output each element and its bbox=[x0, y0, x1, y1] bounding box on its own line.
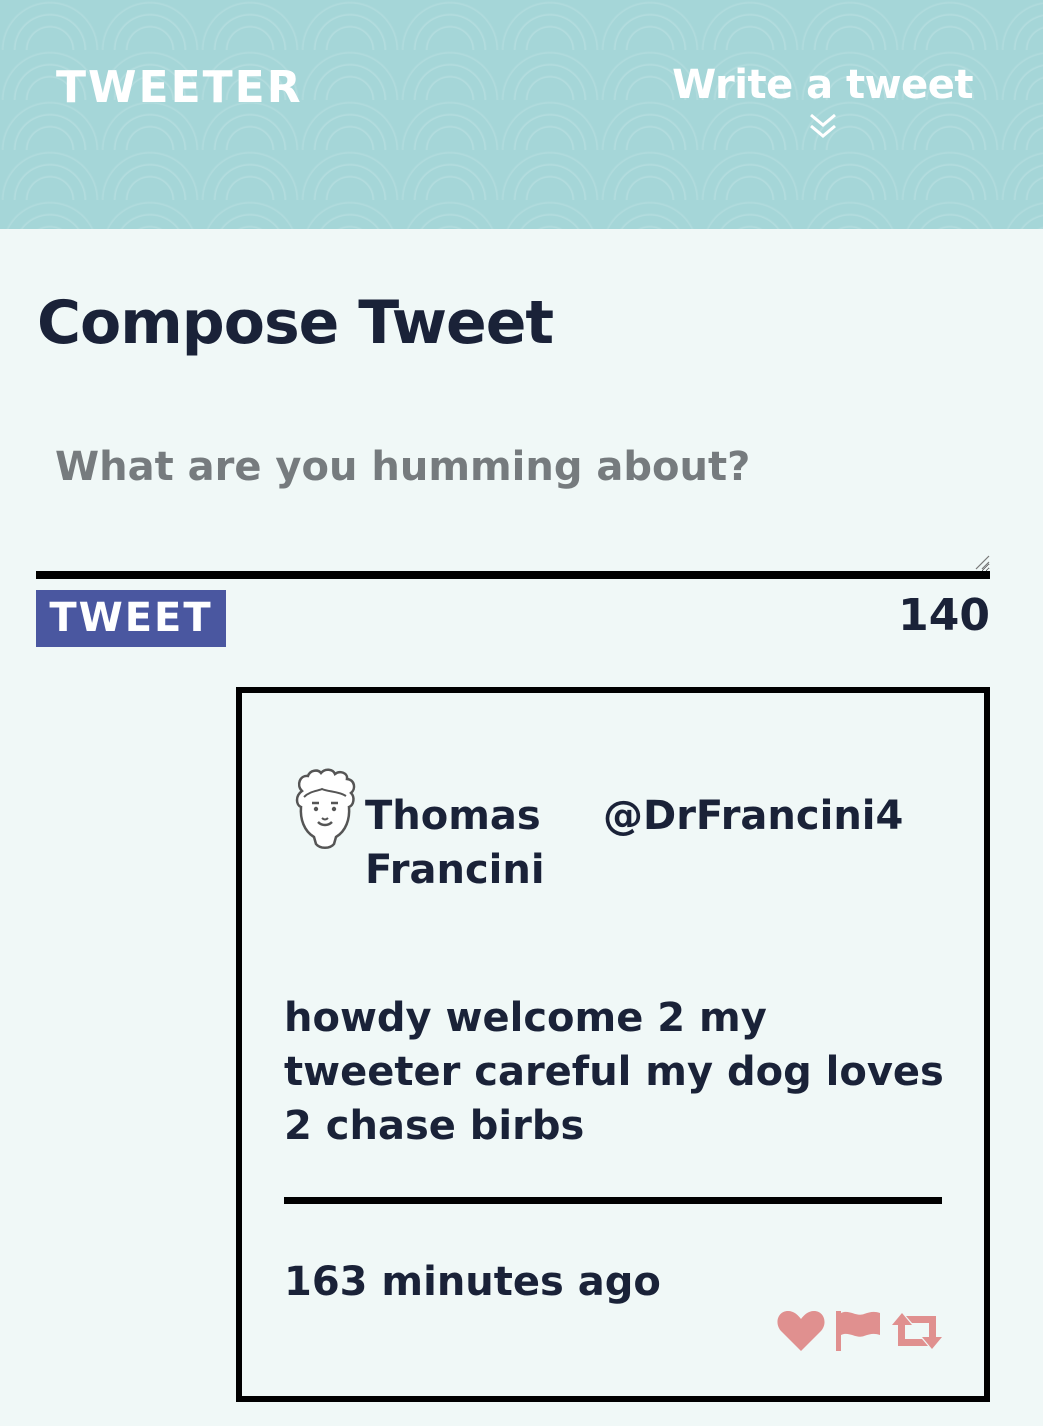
write-tweet-label: Write a tweet bbox=[672, 62, 973, 108]
top-nav: TWEETER Write a tweet bbox=[0, 0, 1043, 229]
tweet-input[interactable] bbox=[37, 430, 990, 572]
tweet-text: howdy welcome 2 my tweeter careful my do… bbox=[284, 995, 944, 1149]
tweet-divider bbox=[284, 1197, 942, 1204]
author-handle: @DrFrancini4 bbox=[603, 793, 904, 839]
tweet-submit-button[interactable]: TWEET bbox=[36, 590, 226, 647]
char-counter: 140 bbox=[898, 590, 990, 641]
tweet-card: Thomas Francini @DrFrancini4 howdy welco… bbox=[236, 687, 990, 1402]
tweet-actions bbox=[776, 1309, 946, 1357]
resize-handle-icon[interactable] bbox=[972, 554, 990, 570]
compose-title: Compose Tweet bbox=[37, 288, 554, 358]
flag-icon[interactable] bbox=[834, 1309, 882, 1353]
retweet-icon[interactable] bbox=[890, 1309, 944, 1353]
author-display-name: Thomas Francini bbox=[365, 793, 545, 893]
heart-icon[interactable] bbox=[776, 1309, 826, 1353]
input-underline bbox=[36, 571, 990, 579]
face-avatar-icon bbox=[295, 768, 356, 849]
write-tweet-toggle[interactable]: Write a tweet bbox=[672, 62, 973, 140]
brand-logo[interactable]: TWEETER bbox=[56, 62, 303, 113]
chevrons-down-icon bbox=[809, 113, 836, 138]
tweet-timestamp: 163 minutes ago bbox=[284, 1259, 661, 1305]
